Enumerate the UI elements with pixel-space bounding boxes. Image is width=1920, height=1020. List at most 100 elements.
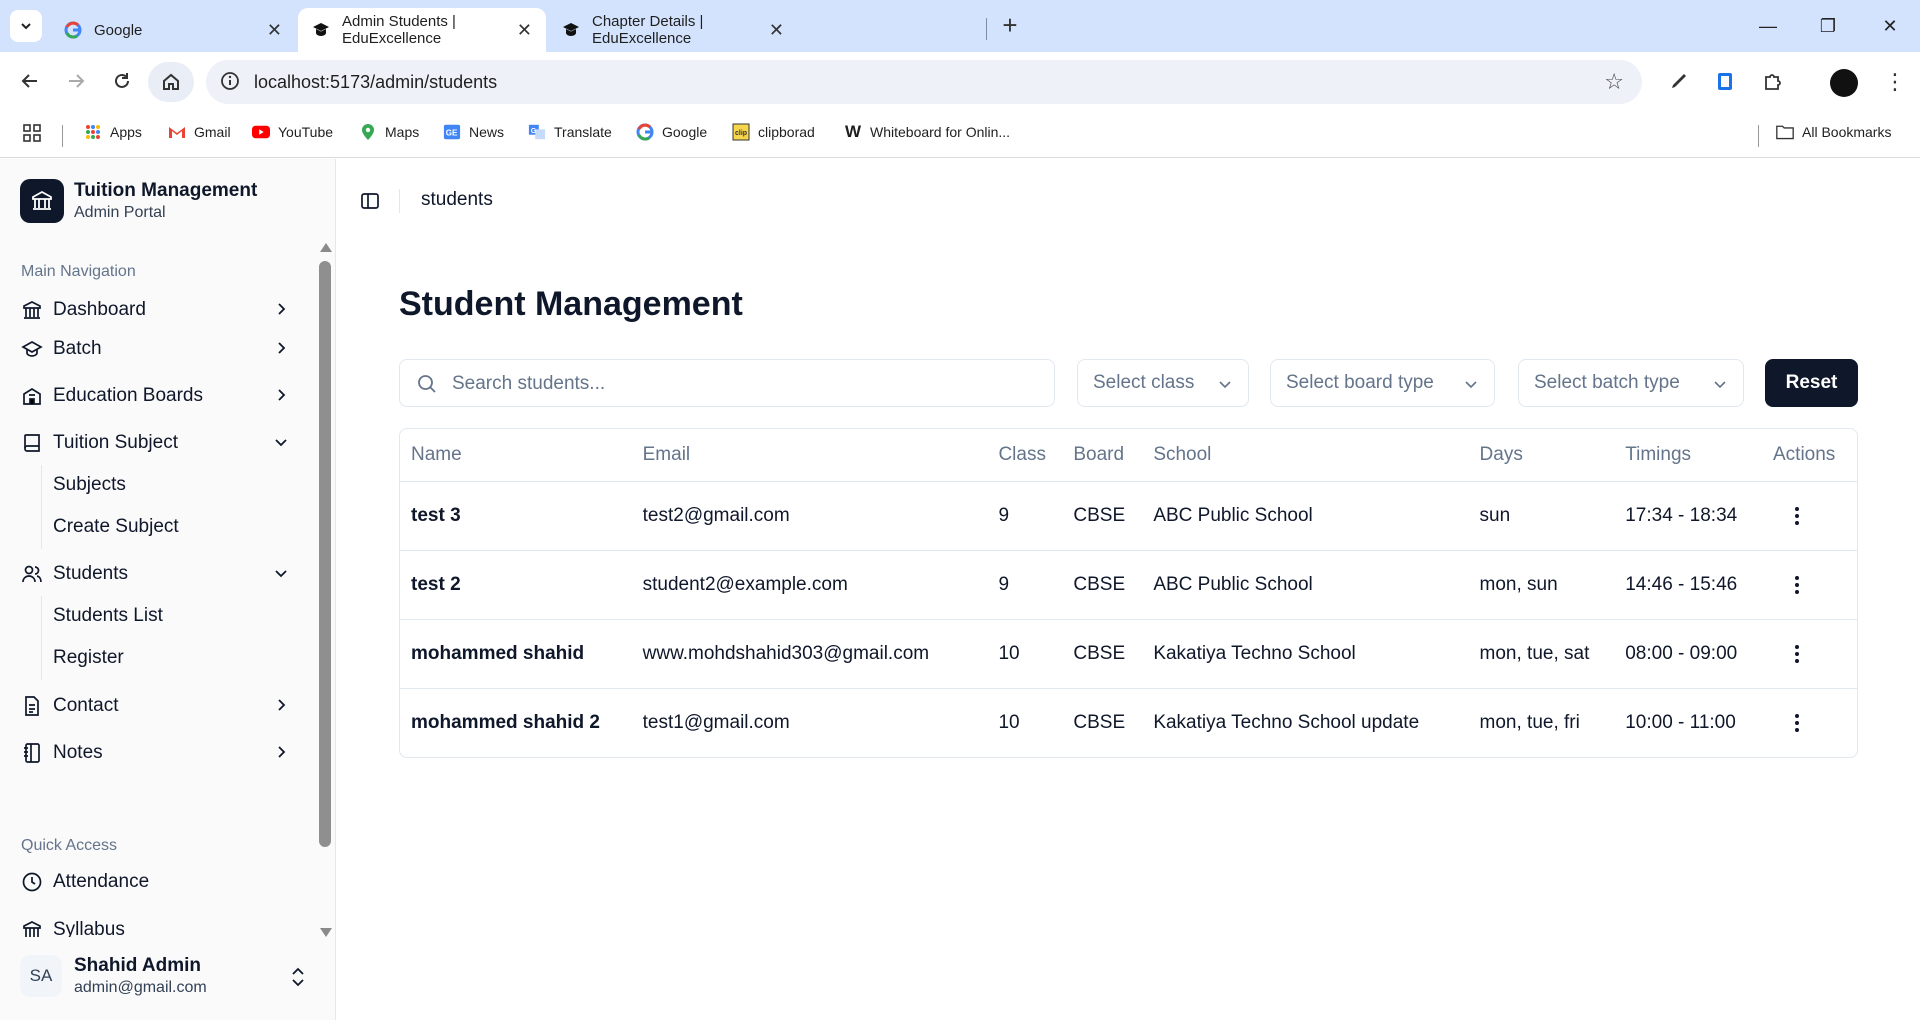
tab-admin-students[interactable]: Admin Students | EduExcellence ✕ [298, 8, 546, 52]
gmail-icon [168, 123, 186, 141]
table-row[interactable]: test 2 student2@example.com 9 CBSE ABC P… [400, 550, 1857, 620]
student-board: CBSE [1062, 619, 1143, 689]
sidebar-item-contact[interactable]: Contact [12, 686, 302, 726]
chevron-down-icon [1465, 381, 1477, 389]
bookmark-news[interactable]: GE News [443, 123, 504, 141]
sidebar-subitem-students-list[interactable]: Students List [53, 605, 163, 627]
chevron-down-icon [1219, 381, 1231, 389]
sidebar-item-tuition-subject[interactable]: Tuition Subject [12, 423, 302, 463]
sidebar-toggle-button[interactable] [358, 189, 382, 213]
batch-type-select[interactable]: Select batch type [1518, 359, 1744, 407]
tab-search-button[interactable] [10, 10, 42, 42]
bookmark-clipboard[interactable]: clip clipborad [732, 123, 815, 141]
sidebar-item-notes[interactable]: Notes [12, 733, 302, 773]
chevron-right-icon [278, 746, 286, 758]
search-field[interactable] [399, 359, 1055, 407]
tab-title: Chapter Details | EduExcellence [592, 13, 704, 47]
extensions-puzzle-icon[interactable] [1758, 66, 1788, 96]
pen-icon[interactable] [1664, 66, 1694, 96]
column-header-email[interactable]: Email [631, 429, 988, 482]
bookmark-gmail[interactable]: Gmail [168, 123, 231, 141]
search-input[interactable] [452, 370, 1032, 398]
scrollbar-thumb[interactable] [319, 261, 331, 847]
back-button[interactable] [12, 63, 48, 99]
sidebar-item-students[interactable]: Students [12, 554, 302, 594]
bookmark-maps[interactable]: Maps [359, 123, 419, 141]
close-tab-icon[interactable]: ✕ [769, 21, 784, 39]
browser-menu-icon[interactable]: ⋮ [1884, 70, 1906, 94]
extension-blue-icon[interactable] [1710, 66, 1740, 96]
tab-title: Admin Students | EduExcellence [342, 13, 456, 47]
sidebar-subitem-register[interactable]: Register [53, 647, 124, 669]
more-vertical-icon[interactable] [1785, 504, 1809, 528]
reset-button[interactable]: Reset [1765, 359, 1858, 407]
column-header-school[interactable]: School [1142, 429, 1469, 482]
bookmark-star-icon[interactable]: ☆ [1604, 69, 1624, 95]
tab-google[interactable]: Google ✕ [50, 8, 296, 52]
site-info-icon[interactable] [220, 71, 240, 96]
column-header-board[interactable]: Board [1062, 429, 1143, 482]
apps-launcher-icon[interactable] [22, 123, 42, 143]
column-header-class[interactable]: Class [987, 429, 1063, 482]
forward-button[interactable] [58, 63, 94, 99]
close-window-button[interactable]: ✕ [1870, 10, 1910, 42]
bookmark-label: clipborad [758, 124, 815, 140]
bookmark-separator [62, 125, 63, 147]
column-header-name[interactable]: Name [400, 429, 632, 482]
table-row[interactable]: test 3 test2@gmail.com 9 CBSE ABC Public… [400, 481, 1857, 551]
more-vertical-icon[interactable] [1785, 711, 1809, 735]
minimize-button[interactable]: — [1748, 10, 1788, 42]
url-text[interactable]: localhost:5173/admin/students [254, 72, 497, 93]
bookmark-whiteboard[interactable]: W Whiteboard for Onlin... [844, 122, 1010, 141]
batch-select-value: Select batch type [1534, 372, 1680, 393]
home-button[interactable] [148, 62, 194, 102]
sidebar-subitem-create-subject[interactable]: Create Subject [53, 516, 179, 538]
bookmarks-bar: Apps Gmail YouTube Maps GE News G Transl… [0, 113, 1920, 158]
sidebar-item-attendance[interactable]: Attendance [12, 862, 302, 902]
student-timings: 17:34 - 18:34 [1614, 481, 1762, 551]
sidebar-item-education-boards[interactable]: Education Boards [12, 376, 302, 416]
bookmark-apps[interactable]: Apps [84, 123, 142, 141]
class-select[interactable]: Select class [1077, 359, 1249, 407]
graduation-cap-icon [562, 21, 580, 39]
close-tab-icon[interactable]: ✕ [267, 21, 282, 39]
board-type-select[interactable]: Select board type [1270, 359, 1495, 407]
table-row[interactable]: mohammed shahid 2 test1@gmail.com 10 CBS… [400, 688, 1857, 757]
bookmark-youtube[interactable]: YouTube [252, 123, 333, 141]
browser-chrome: Google ✕ Admin Students | EduExcellence … [0, 0, 1920, 159]
sidebar-item-label: Attendance [53, 871, 150, 892]
student-board: CBSE [1062, 550, 1143, 620]
column-header-days[interactable]: Days [1468, 429, 1615, 482]
sidebar-item-syllabus[interactable]: Syllabus [12, 910, 302, 937]
submenu-guide-line [41, 596, 42, 680]
profile-avatar[interactable] [1830, 69, 1858, 97]
brand[interactable]: Tuition Management Admin Portal [20, 179, 257, 223]
new-tab-button[interactable]: + [996, 12, 1024, 40]
scroll-down-arrow-icon[interactable] [320, 928, 332, 937]
sidebar-subitem-subjects[interactable]: Subjects [53, 474, 126, 496]
column-header-timings[interactable]: Timings [1614, 429, 1762, 482]
chevrons-up-down-icon [292, 967, 304, 987]
all-bookmarks[interactable]: All Bookmarks [1776, 123, 1891, 141]
user-menu[interactable]: SA Shahid Admin admin@gmail.com [20, 946, 316, 1006]
sidebar-item-batch[interactable]: Batch [12, 329, 302, 369]
chevron-right-icon [278, 699, 286, 711]
more-vertical-icon[interactable] [1785, 642, 1809, 666]
student-school: Kakatiya Techno School [1142, 619, 1469, 689]
address-bar[interactable]: localhost:5173/admin/students ☆ [206, 60, 1642, 104]
sidebar-scrollbar[interactable] [318, 243, 332, 937]
bookmark-translate[interactable]: G Translate [528, 123, 612, 141]
bookmark-label: Gmail [194, 124, 231, 140]
sidebar-item-dashboard[interactable]: Dashboard [12, 290, 302, 330]
bookmark-google[interactable]: Google [636, 123, 707, 141]
tab-chapter-details[interactable]: Chapter Details | EduExcellence ✕ [548, 8, 798, 52]
reload-button[interactable] [104, 63, 140, 99]
sidebar-item-label: Syllabus [53, 919, 125, 937]
folder-icon [1776, 123, 1794, 141]
restore-button[interactable]: ❐ [1808, 10, 1848, 42]
table-row[interactable]: mohammed shahid www.mohdshahid303@gmail.… [400, 619, 1857, 689]
scroll-up-arrow-icon[interactable] [320, 243, 332, 252]
close-tab-icon[interactable]: ✕ [517, 21, 532, 39]
more-vertical-icon[interactable] [1785, 573, 1809, 597]
sidebar-item-label: Education Boards [53, 385, 203, 406]
